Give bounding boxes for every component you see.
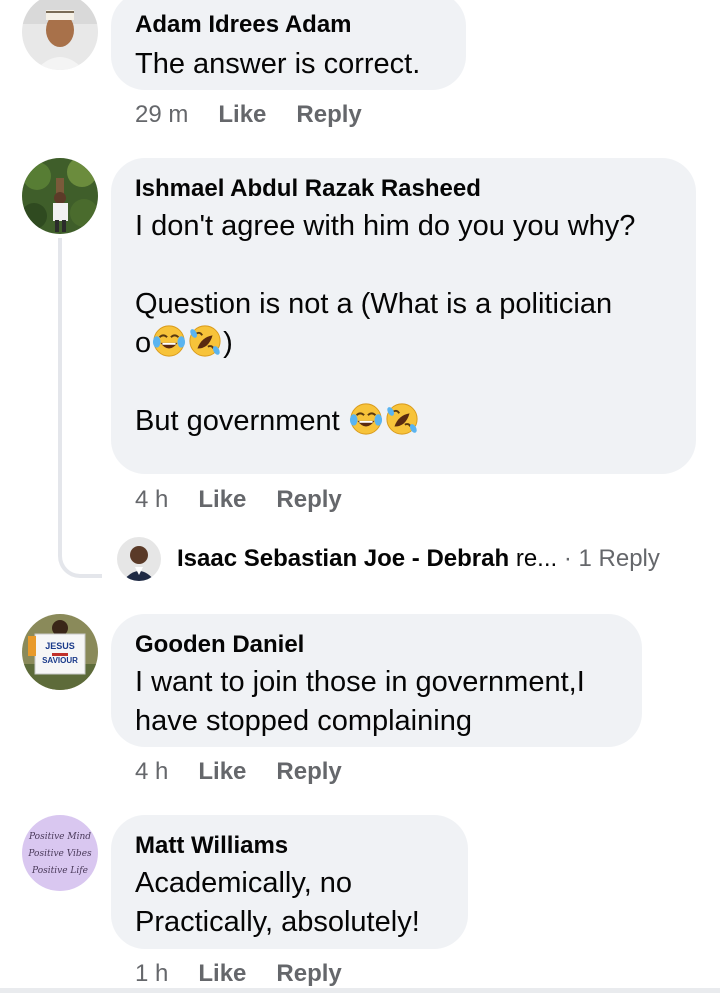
avatar-text: Positive Life [31, 866, 88, 876]
reply-snippet: re... [509, 545, 558, 572]
comment-text: Academically, no Practically, absolutely… [135, 867, 420, 938]
comment-text-segment: o [135, 327, 152, 359]
avatar[interactable] [22, 158, 98, 234]
comment-text-segment: Question is not a (What is a politician [135, 288, 613, 320]
avatar-text: Positive Mind [28, 832, 91, 842]
comment-author[interactable]: Gooden Daniel [135, 630, 618, 660]
avatar[interactable]: JESUS SAVIOUR [22, 614, 98, 690]
comment-text-segment: ) [223, 327, 233, 359]
reply-button[interactable]: Reply [276, 486, 341, 514]
avatar-sign-text: JESUS [45, 641, 75, 651]
thread-connector [58, 238, 102, 578]
comment-time[interactable]: 4 h [135, 486, 168, 514]
rolling-on-floor-laughing-icon [188, 324, 222, 358]
reply-count[interactable]: 1 Reply [579, 545, 660, 572]
avatar[interactable]: Positive Mind Positive Vibes Positive Li… [22, 815, 98, 891]
rolling-on-floor-laughing-icon [385, 402, 419, 436]
avatar[interactable] [22, 0, 98, 70]
comment-text-line: o) [135, 324, 672, 363]
reply-author[interactable]: Isaac Sebastian Joe - Debrah [177, 545, 509, 572]
comment-bubble: Matt Williams Academically, no Practical… [111, 815, 468, 949]
comment-actions: 29 m Like Reply [135, 101, 362, 129]
comment-text-line: Question is not a (What is a politician [135, 285, 672, 324]
avatar-text: Positive Vibes [27, 849, 92, 859]
comment-text-segment: But government [135, 405, 348, 437]
comment-actions: 4 h Like Reply [135, 486, 342, 514]
comment-author[interactable]: Adam Idrees Adam [135, 10, 442, 40]
comment-author[interactable]: Ishmael Abdul Razak Rasheed [135, 174, 672, 204]
comment-bubble: Adam Idrees Adam The answer is correct. [111, 0, 466, 90]
view-replies-link[interactable]: Isaac Sebastian Joe - Debrah re... · 1 R… [177, 545, 660, 573]
like-button[interactable]: Like [198, 960, 246, 988]
comment-text: I want to join those in government,I hav… [135, 666, 585, 737]
comment-time[interactable]: 1 h [135, 960, 168, 988]
comment-bubble: Gooden Daniel I want to join those in go… [111, 614, 642, 747]
reply-button[interactable]: Reply [276, 960, 341, 988]
face-with-tears-of-joy-icon [152, 324, 186, 358]
like-button[interactable]: Like [218, 101, 266, 129]
comment-time[interactable]: 29 m [135, 101, 188, 129]
comment-bubble: Ishmael Abdul Razak Rasheed I don't agre… [111, 158, 696, 474]
reply-avatar[interactable] [117, 537, 161, 581]
like-button[interactable]: Like [198, 486, 246, 514]
reply-separator: · [557, 545, 579, 572]
avatar-sign-text: SAVIOUR [42, 656, 78, 665]
comment-text: The answer is correct. [135, 48, 421, 80]
reply-button[interactable]: Reply [296, 101, 361, 129]
comment-actions: 1 h Like Reply [135, 960, 342, 988]
face-with-tears-of-joy-icon [349, 402, 383, 436]
bottom-divider [0, 988, 720, 993]
comment-actions: 4 h Like Reply [135, 758, 342, 786]
like-button[interactable]: Like [198, 758, 246, 786]
reply-button[interactable]: Reply [276, 758, 341, 786]
comment-time[interactable]: 4 h [135, 758, 168, 786]
comment-text: I don't agree with him do you you why? [135, 210, 636, 242]
comment-text-line: But government [135, 402, 672, 441]
comment-author[interactable]: Matt Williams [135, 831, 444, 861]
